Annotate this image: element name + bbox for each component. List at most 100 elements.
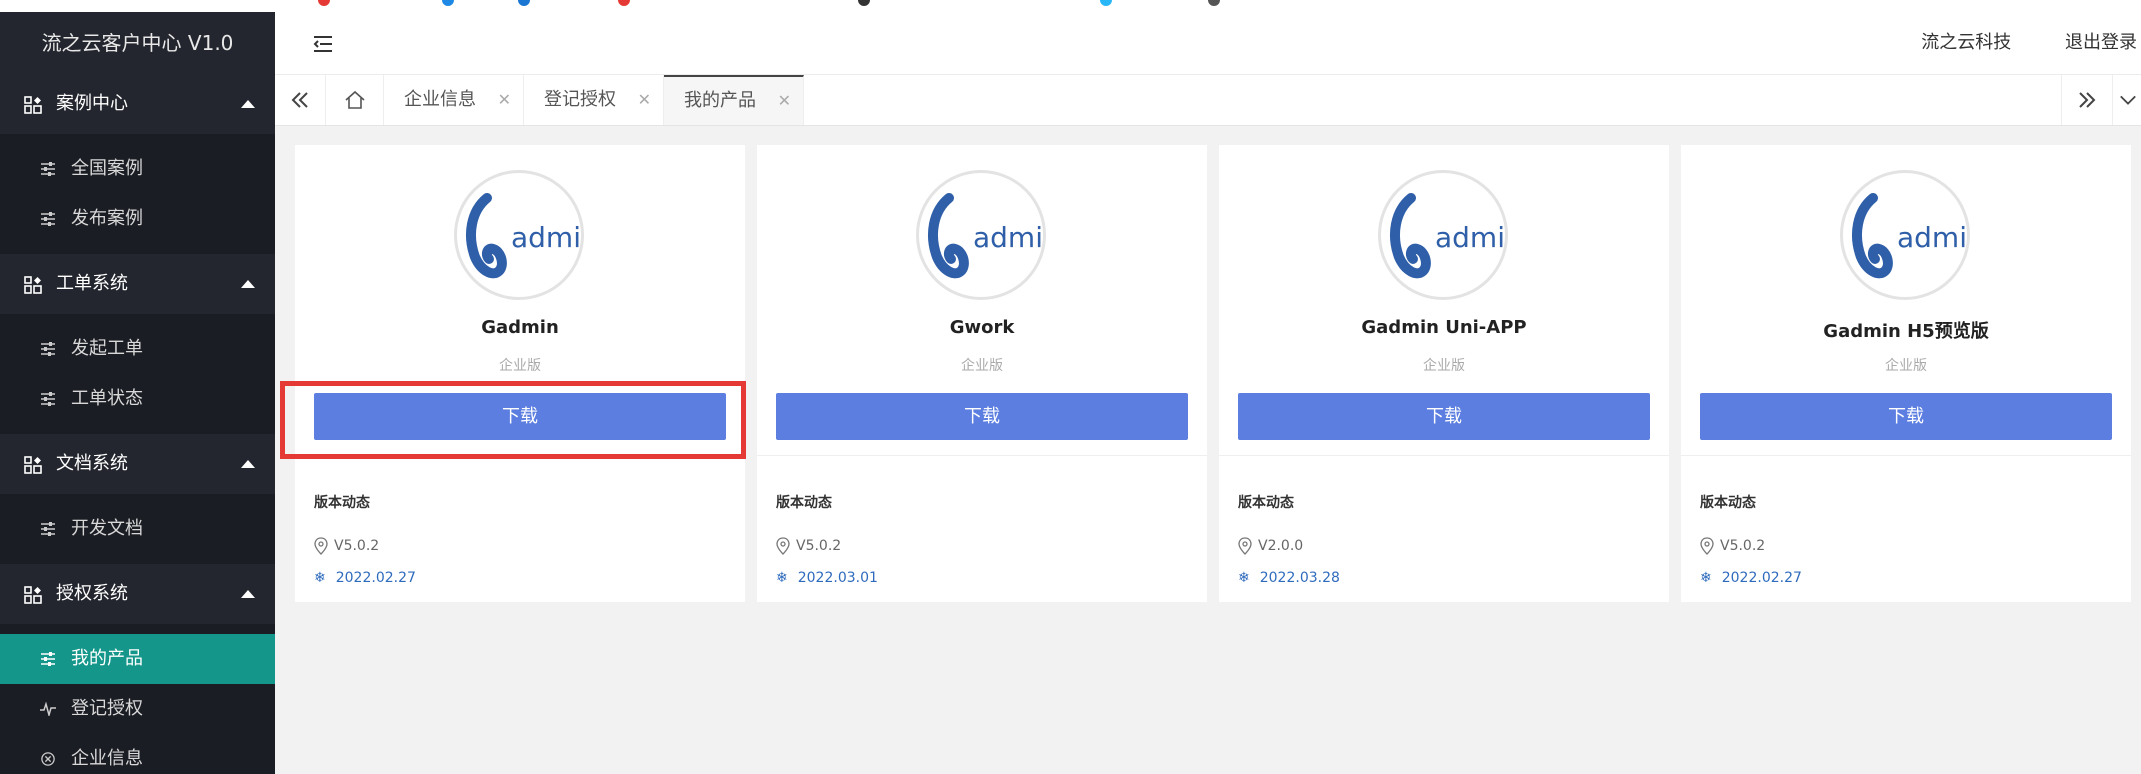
bookmark-icon[interactable] [442,0,454,6]
sliders-icon [41,162,55,176]
date-text: 2022.02.27 [335,570,416,586]
gadmin-logo-icon: admin [1852,193,1985,279]
sidebar-item-label: 开发文档 [71,518,143,539]
tab-company-info[interactable]: 企业信息 ✕ [384,75,524,125]
tabs-dropdown-button[interactable] [2112,75,2141,125]
sidebar-item-national-cases[interactable]: 全国案例 [0,144,275,194]
double-chevron-right-icon [2079,92,2096,108]
sidebar-sublist: 发起工单 工单状态 [0,314,275,434]
sidebar-sublist: 我的产品 登记授权 企业信息 [0,624,275,774]
sidebar-item-register-license[interactable]: 登记授权 [0,684,275,734]
sidebar-group-header[interactable]: 工单系统 [0,254,275,314]
version-text: V2.0.0 [1258,538,1304,554]
close-icon[interactable]: ✕ [498,75,511,125]
caret-up-icon [241,460,255,468]
gadmin-logo-icon: admin [928,193,1061,279]
version-news-label: 版本动态 [1700,495,1756,511]
grid-icon [24,96,42,114]
product-date: ❄ 2022.03.28 [1238,570,1340,586]
sidebar-item-company-info[interactable]: 企业信息 [0,734,275,774]
top-header: 流之云科技 退出登录 [275,12,2141,75]
sidebar-item-label: 发起工单 [71,338,143,359]
divider [1681,455,2131,456]
version-text: V5.0.2 [796,538,842,554]
product-edition: 企业版 [499,358,541,374]
snowflake-icon: ❄ [1238,570,1250,586]
sidebar-group-title: 案例中心 [56,93,128,114]
version-news-label: 版本动态 [776,495,832,511]
sidebar-item-create-ticket[interactable]: 发起工单 [0,324,275,374]
sidebar-group-title: 工单系统 [56,273,128,294]
sidebar-group-header[interactable]: 文档系统 [0,434,275,494]
company-link[interactable]: 流之云科技 [1921,12,2011,74]
snowflake-icon: ❄ [314,570,326,586]
product-name: Gadmin [481,317,559,338]
version-news-label: 版本动态 [1238,495,1294,511]
sidebar-item-label: 发布案例 [71,208,143,229]
download-button[interactable]: 下载 [1238,393,1650,440]
bookmark-icon[interactable] [518,0,530,6]
sidebar-group-title: 授权系统 [56,583,128,604]
date-text: 2022.03.01 [797,570,878,586]
snowflake-icon: ❄ [1700,570,1712,586]
sidebar-item-ticket-status[interactable]: 工单状态 [0,374,275,424]
bookmark-icon[interactable] [1208,0,1220,6]
sidebar-item-dev-docs[interactable]: 开发文档 [0,504,275,554]
sidebar-group-header[interactable]: 授权系统 [0,564,275,624]
sliders-icon [41,652,55,666]
location-pin-icon [776,537,790,555]
version-news-label: 版本动态 [314,495,370,511]
bookmark-icon[interactable] [858,0,870,6]
date-text: 2022.02.27 [1721,570,1802,586]
tab-label: 我的产品 [684,90,756,111]
location-pin-icon [1700,537,1714,555]
product-edition: 企业版 [1423,358,1465,374]
close-icon[interactable]: ✕ [638,75,651,125]
divider [1219,455,1669,456]
download-button[interactable]: 下载 [314,393,726,440]
product-card: admin Gwork 企业版 下载 版本动态 V5.0.2 ❄ 2022.03.… [757,145,1207,602]
sliders-icon [41,342,55,356]
bookmark-icon[interactable] [618,0,630,6]
sidebar-sublist: 全国案例 发布案例 [0,134,275,254]
logout-link[interactable]: 退出登录 [2065,12,2137,74]
sidebar-item-label: 我的产品 [71,648,143,669]
tab-label: 企业信息 [404,89,476,110]
circle-x-icon [41,752,55,766]
tabs-scroll-left-button[interactable] [275,75,326,125]
bookmark-icon[interactable] [318,0,330,6]
grid-icon [24,586,42,604]
product-version: V2.0.0 [1238,537,1303,555]
tabs-scroll-right-button[interactable] [2061,75,2113,125]
sliders-icon [41,212,55,226]
sidebar: 流之云客户中心 V1.0 案例中心 全国案例 发布案例 工单系统 发起工单 工单… [0,12,275,774]
sidebar-group-header[interactable]: 案例中心 [0,74,275,134]
product-logo: admin [454,170,599,300]
sidebar-item-my-products[interactable]: 我的产品 [0,634,275,684]
caret-up-icon [241,590,255,598]
product-card: admin Gadmin Uni-APP 企业版 下载 版本动态 V2.0.0 … [1219,145,1669,602]
divider [295,455,745,456]
menu-collapse-icon[interactable] [312,34,334,54]
product-name: Gadmin H5预览版 [1823,321,1989,342]
product-version: V5.0.2 [1700,537,1765,555]
product-card: admin Gadmin 企业版 下载 版本动态 V5.0.2 ❄ 2022.02… [295,145,745,602]
product-logo: admin [1378,170,1523,300]
product-name: Gwork [949,317,1015,338]
sidebar-group-tickets: 工单系统 发起工单 工单状态 [0,254,275,434]
close-icon[interactable]: ✕ [778,77,791,125]
tab-home[interactable] [326,75,384,125]
bookmark-icon[interactable] [1100,0,1112,6]
sliders-icon [41,522,55,536]
product-logo: admin [1840,170,1985,300]
download-button[interactable]: 下载 [1700,393,2112,440]
product-date: ❄ 2022.02.27 [1700,570,1802,586]
tab-register-license[interactable]: 登记授权 ✕ [524,75,664,125]
tab-my-products[interactable]: 我的产品 ✕ [664,75,804,125]
download-button[interactable]: 下载 [776,393,1188,440]
caret-up-icon [241,100,255,108]
product-date: ❄ 2022.03.01 [776,570,878,586]
svg-text:admin: admin [511,221,581,254]
gadmin-logo-icon: admin [466,193,599,279]
sidebar-item-publish-case[interactable]: 发布案例 [0,194,275,244]
